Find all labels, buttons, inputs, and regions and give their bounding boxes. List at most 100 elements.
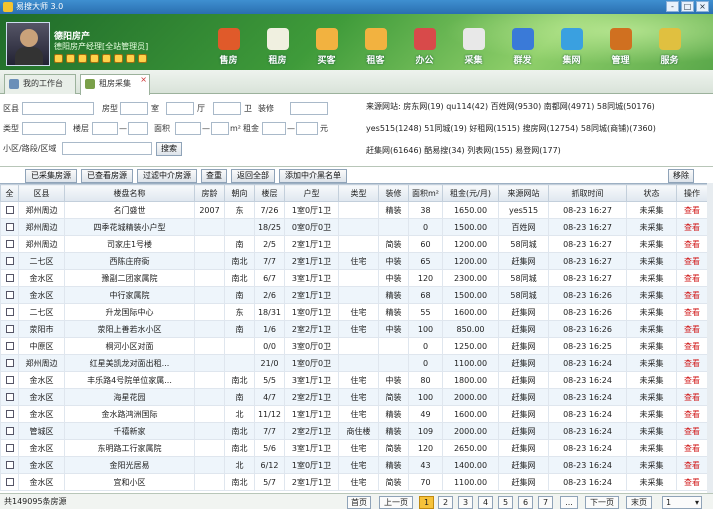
community-input[interactable] — [62, 142, 152, 155]
site-link[interactable]: 南都网(4971) — [544, 102, 595, 111]
site-link[interactable]: 酷易搜(34) — [424, 146, 464, 155]
view-link[interactable]: 查看 — [676, 371, 707, 389]
page-number-button[interactable]: 5 — [498, 496, 513, 509]
nav-broadcast[interactable]: 群发 — [498, 14, 547, 70]
column-header[interactable]: 区县 — [18, 184, 65, 202]
table-row[interactable]: 管城区 千禧新家 南北 7/7 2室2厅1卫 商住楼 精装 109 2000.00 赶集网 08-2… — [0, 422, 707, 440]
table-row[interactable]: 二七区 西陈庄府衙 南北 7/7 2室1厅1卫 住宅 中装 65 1200.00 赶集网 08-23… — [0, 252, 707, 270]
row-checkbox[interactable] — [5, 359, 14, 367]
row-checkbox[interactable] — [5, 376, 14, 384]
column-header[interactable]: 来源网站 — [498, 184, 549, 202]
column-header[interactable]: 装修 — [378, 184, 409, 202]
table-row[interactable]: 金水区 丰乐路4号院单位家属... 南北 5/5 3室1厅1卫 住宅 中装 80 1800.00… — [0, 371, 707, 389]
rent-max-input[interactable] — [296, 122, 318, 135]
area-min-input[interactable] — [175, 122, 201, 135]
page-number-button[interactable]: 7 — [538, 496, 553, 509]
view-link[interactable]: 查看 — [676, 218, 707, 236]
row-checkbox[interactable] — [5, 291, 14, 299]
user-icon[interactable] — [54, 54, 63, 63]
maximize-button[interactable]: □ — [681, 1, 694, 12]
table-row[interactable]: 金水区 海星花园 南 4/7 2室2厅1卫 住宅 简装 100 2000.00 赶集网 08-23 … — [0, 388, 707, 406]
site-link[interactable]: 赶集网(61646) — [366, 146, 422, 155]
lock-icon[interactable] — [126, 54, 135, 63]
view-link[interactable]: 查看 — [676, 405, 707, 423]
close-tab-icon[interactable]: × — [140, 75, 147, 85]
nav-collect[interactable]: 采集 — [449, 14, 498, 70]
last-page-button[interactable]: 末页 — [626, 496, 652, 509]
table-row[interactable]: 郑州周边 红星美凯龙对面出租... 21/0 1室0厅0卫 0 1100.00 赶集网 08-… — [0, 354, 707, 372]
view-link[interactable]: 查看 — [676, 201, 707, 219]
page-number-button[interactable]: 6 — [518, 496, 533, 509]
nav-globe[interactable]: 集网 — [547, 14, 596, 70]
table-row[interactable]: 金水区 宜和小区 南北 5/7 2室1厅1卫 住宅 简装 70 1100.00 赶集网 08-23 … — [0, 473, 707, 491]
view-link[interactable]: 查看 — [676, 269, 707, 287]
site-link[interactable]: 易登网(177) — [515, 146, 561, 155]
site-link[interactable]: 百姓网(9530) — [491, 102, 542, 111]
site-link[interactable]: 58同城(商铺)(7360) — [581, 124, 656, 133]
row-checkbox[interactable] — [5, 240, 14, 248]
recheck-button[interactable]: 查重 — [201, 169, 227, 183]
table-row[interactable]: 中原区 桐河小区对面 0/0 3室0厅0卫 0 1250.00 赶集网 08-23 16:25… — [0, 337, 707, 355]
nav-service-badge[interactable]: 服务 — [645, 14, 694, 70]
area-max-input[interactable] — [211, 122, 229, 135]
table-row[interactable]: 金水区 金阳光居易 北 6/12 1室0厅1卫 住宅 精装 43 1400.00 赶集网 08-23… — [0, 456, 707, 474]
site-link[interactable]: yes515(1248) — [366, 124, 422, 133]
nav-house-rent[interactable]: 租房 — [253, 14, 302, 70]
table-row[interactable]: 郑州周边 名门盛世 2007 东 7/26 1室0厅1卫 精装 38 1650.00 yes515… — [0, 201, 707, 219]
vertical-scrollbar[interactable] — [707, 183, 713, 493]
site-link[interactable]: 51同城(19) — [424, 124, 467, 133]
site-link[interactable]: 58同城(50176) — [597, 102, 655, 111]
table-row[interactable]: 金水区 豫副二团家属院 南北 6/7 3室1厅1卫 中装 120 2300.00 58同城 08-… — [0, 269, 707, 287]
envelope-icon[interactable] — [114, 54, 123, 63]
decor-input[interactable] — [290, 102, 328, 115]
row-checkbox[interactable] — [5, 461, 14, 469]
filter-agent-button[interactable]: 过滤中介房源 — [137, 169, 197, 183]
first-page-button[interactable]: 首页 — [347, 496, 371, 509]
nav-buyers[interactable]: 买客 — [302, 14, 351, 70]
tab-workbench[interactable]: 我的工作台 — [4, 74, 76, 94]
row-checkbox[interactable] — [5, 427, 14, 435]
row-checkbox[interactable] — [5, 342, 14, 350]
view-link[interactable]: 查看 — [676, 235, 707, 253]
viewed-button[interactable]: 已查看房源 — [81, 169, 133, 183]
page-number-button[interactable]: 4 — [478, 496, 493, 509]
remove-button[interactable]: 移除 — [668, 169, 694, 183]
page-select[interactable]: 1 ▾ — [662, 496, 702, 509]
column-header[interactable]: 抓取时间 — [548, 184, 627, 202]
column-header[interactable]: 面积m² — [408, 184, 443, 202]
search-button[interactable]: 搜索 — [156, 142, 182, 156]
row-checkbox[interactable] — [5, 410, 14, 418]
table-row[interactable]: 郑州周边 司家庄1号楼 南 2/5 2室1厅1卫 简装 60 1200.00 58同城 08-23… — [0, 235, 707, 253]
minimize-button[interactable]: - — [666, 1, 679, 12]
kind-input[interactable] — [22, 122, 66, 135]
view-link[interactable]: 查看 — [676, 337, 707, 355]
column-header[interactable]: 楼层 — [254, 184, 285, 202]
view-link[interactable]: 查看 — [676, 320, 707, 338]
site-link[interactable]: 房东网(19) — [403, 102, 443, 111]
table-row[interactable]: 二七区 升龙国际中心 东 18/31 1室0厅1卫 住宅 精装 55 1600.00 赶集网 08-… — [0, 303, 707, 321]
nav-tools[interactable]: 管理 — [596, 14, 645, 70]
tab-rent-collect[interactable]: 租房采集 × — [80, 74, 150, 95]
note-icon[interactable] — [90, 54, 99, 63]
rent-min-input[interactable] — [262, 122, 286, 135]
view-link[interactable]: 查看 — [676, 388, 707, 406]
table-row[interactable]: 金水区 东明路工行家属院 南北 5/6 3室1厅1卫 住宅 简装 120 2650.00 赶集网 0… — [0, 439, 707, 457]
collected-button[interactable]: 已采集房源 — [25, 169, 77, 183]
view-link[interactable]: 查看 — [676, 252, 707, 270]
view-link[interactable]: 查看 — [676, 422, 707, 440]
view-link[interactable]: 查看 — [676, 456, 707, 474]
row-checkbox[interactable] — [5, 274, 14, 282]
column-header[interactable]: 楼盘名称 — [64, 184, 195, 202]
district-input[interactable] — [22, 102, 94, 115]
row-checkbox[interactable] — [5, 478, 14, 486]
floor-max-input[interactable] — [128, 122, 148, 135]
row-checkbox[interactable] — [5, 206, 14, 214]
site-link[interactable]: qu114(42) — [446, 102, 488, 111]
nav-office[interactable]: 办公 — [400, 14, 449, 70]
site-link[interactable]: 搜房网(12754) — [523, 124, 579, 133]
close-button[interactable]: × — [696, 1, 709, 12]
bath-input[interactable] — [213, 102, 241, 115]
add-agent-blacklist-button[interactable]: 添加中介黑名单 — [279, 169, 347, 183]
table-row[interactable]: 金水区 中行家属院 南 2/6 2室1厅1卫 精装 68 1500.00 58同城 08-23 1… — [0, 286, 707, 304]
site-link[interactable]: 列表网(155) — [467, 146, 513, 155]
